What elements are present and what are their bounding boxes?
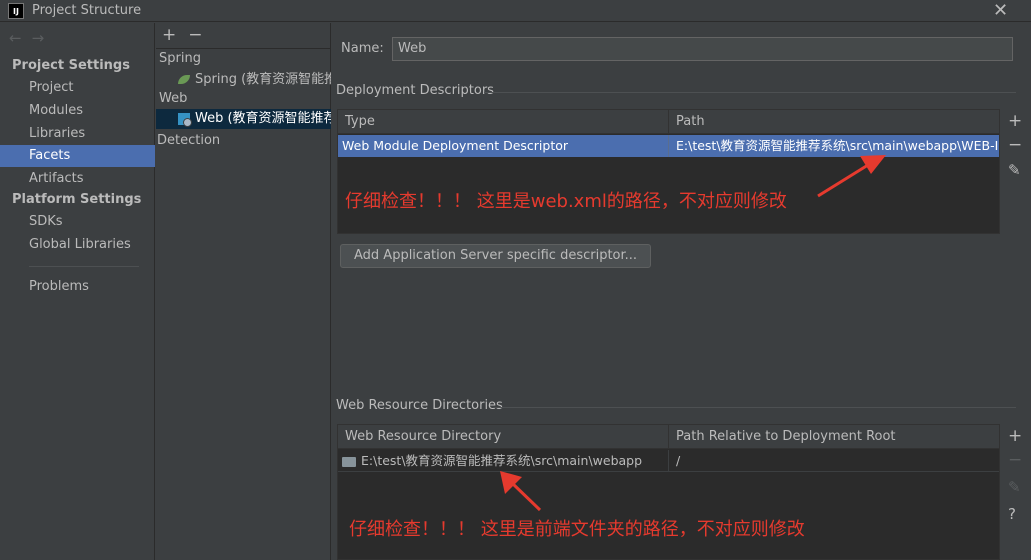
window-title: Project Structure	[32, 3, 142, 18]
name-label: Name:	[341, 41, 384, 56]
facets-tree-panel: +− Spring Spring (教育资源智能推荐 Web Web (教育资源…	[156, 23, 331, 560]
annotation-webxml-path: 仔细检查！！！ 这里是web.xml的路径，不对应则修改	[345, 191, 787, 212]
help-icon[interactable]: ?	[1008, 505, 1016, 523]
forward-arrow-icon[interactable]: →	[32, 29, 45, 47]
resource-directory-path: E:\test\教育资源智能推荐系统\src\main\webapp	[361, 453, 643, 468]
web-facet-icon	[178, 112, 192, 127]
platform-settings-header: Platform Settings	[12, 192, 142, 207]
descriptor-type-cell: Web Module Deployment Descriptor	[338, 135, 669, 157]
remove-descriptor-icon[interactable]: −	[1008, 135, 1022, 155]
sidebar-item-global-libraries[interactable]: Global Libraries	[0, 234, 155, 256]
descriptor-path-cell: E:\test\教育资源智能推荐系统\src\main\webapp\WEB-I…	[676, 138, 998, 153]
deployment-descriptors-title: Deployment Descriptors	[336, 83, 494, 98]
sidebar-item-artifacts[interactable]: Artifacts	[0, 168, 155, 190]
annotation-frontend-path: 仔细检查！！！ 这里是前端文件夹的路径，不对应则修改	[349, 519, 805, 540]
table-header: Type Path	[338, 110, 999, 134]
tree-item-detection[interactable]: Detection	[157, 133, 220, 148]
add-resource-icon[interactable]: +	[1008, 426, 1022, 446]
remove-resource-icon[interactable]: −	[1008, 450, 1022, 470]
relative-path-cell: /	[676, 453, 681, 468]
add-server-descriptor-button[interactable]: Add Application Server specific descript…	[340, 244, 652, 268]
facets-toolbar: + −	[162, 25, 215, 45]
resource-table-tools: + − ✎ ?	[1001, 424, 1031, 560]
folder-icon	[342, 456, 356, 467]
section-divider	[484, 92, 1016, 93]
spring-leaf-icon	[178, 75, 190, 84]
facet-details-panel: Name: Web Deployment Descriptors Type Pa…	[332, 23, 1031, 560]
web-resource-directories-title: Web Resource Directories	[336, 398, 503, 413]
title-bar: IJ Project Structure ✕	[0, 0, 1031, 22]
sidebar-item-problems[interactable]: Problems	[0, 276, 155, 298]
sidebar-item-facets[interactable]: Facets	[0, 145, 155, 167]
table-row[interactable]: Web Module Deployment Descriptor E:\test…	[338, 135, 999, 157]
edit-descriptor-icon[interactable]: ✎	[1008, 161, 1021, 179]
table-row[interactable]: E:\test\教育资源智能推荐系统\src\main\webapp /	[338, 450, 999, 472]
section-divider	[494, 407, 1016, 408]
back-arrow-icon[interactable]: ←	[9, 29, 22, 47]
resource-directory-cell: E:\test\教育资源智能推荐系统\src\main\webapp	[338, 450, 669, 472]
tree-item-spring[interactable]: Spring (教育资源智能推荐	[156, 70, 331, 90]
nav-arrows: ← →	[9, 29, 54, 47]
close-icon[interactable]: ✕	[993, 0, 1008, 21]
toolbar-divider	[156, 48, 331, 49]
sidebar-item-sdks[interactable]: SDKs	[0, 211, 155, 233]
sidebar-item-libraries[interactable]: Libraries	[0, 123, 155, 145]
sidebar-item-project[interactable]: Project	[0, 77, 155, 99]
tree-item-web-label: Web (教育资源智能推荐系	[195, 111, 331, 126]
tree-group-spring[interactable]: Spring	[159, 51, 201, 66]
tree-group-web[interactable]: Web	[159, 91, 187, 106]
sidebar-divider	[29, 266, 139, 267]
table-header: Web Resource Directory Path Relative to …	[338, 425, 999, 449]
sidebar-item-modules[interactable]: Modules	[0, 100, 155, 122]
settings-sidebar: ← → Project Settings Project Modules Libr…	[0, 23, 155, 560]
remove-facet-icon[interactable]: −	[188, 25, 202, 45]
project-settings-header: Project Settings	[12, 58, 130, 73]
edit-resource-icon[interactable]: ✎	[1008, 478, 1021, 496]
column-header-path[interactable]: Path	[669, 110, 1001, 134]
intellij-app-icon: IJ	[8, 3, 24, 19]
tree-item-spring-label: Spring (教育资源智能推荐	[195, 72, 331, 87]
add-facet-icon[interactable]: +	[162, 25, 176, 45]
column-header-directory[interactable]: Web Resource Directory	[338, 425, 669, 449]
column-header-relative-path[interactable]: Path Relative to Deployment Root	[669, 425, 1001, 449]
deployment-table-tools: + − ✎	[1001, 109, 1031, 234]
tree-item-web[interactable]: Web (教育资源智能推荐系	[156, 109, 331, 129]
add-descriptor-icon[interactable]: +	[1008, 111, 1022, 131]
deployment-descriptors-table[interactable]: Type Path Web Module Deployment Descript…	[337, 109, 1000, 234]
name-field[interactable]: Web	[392, 37, 1013, 61]
column-header-type[interactable]: Type	[338, 110, 669, 134]
